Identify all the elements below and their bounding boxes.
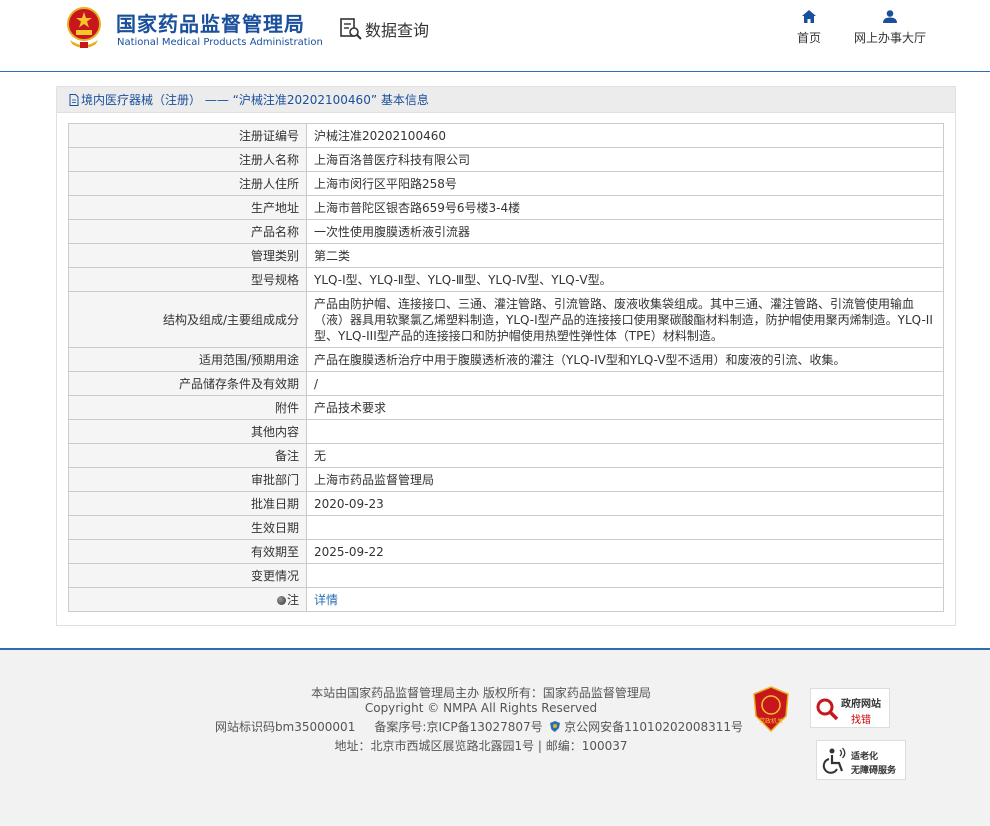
row-value: YLQ-Ⅰ型、YLQ-Ⅱ型、YLQ-Ⅲ型、YLQ-Ⅳ型、YLQ-Ⅴ型。: [306, 267, 944, 292]
row-label: 注: [286, 593, 299, 607]
table-row: 注册人名称 上海百洛普医疗科技有限公司: [68, 147, 944, 172]
gov-site-label: 政府网站: [841, 699, 881, 710]
row-value: 2025-09-22: [306, 539, 944, 564]
row-label: 生效日期: [68, 515, 307, 540]
site-footer: 本站由国家药品监督管理局主办 版权所有：国家药品监督管理局 Copyright …: [0, 648, 990, 826]
row-label: 附件: [68, 395, 307, 420]
row-label: 产品名称: [68, 219, 307, 244]
row-value: 上海市普陀区银杏路659号6号楼3-4楼: [306, 195, 944, 220]
row-value: 详情: [306, 587, 944, 612]
row-label: 注册证编号: [68, 123, 307, 148]
home-icon: [802, 10, 816, 23]
table-row: 产品储存条件及有效期 /: [68, 371, 944, 396]
table-row: 适用范围/预期用途 产品在腹膜透析治疗中用于腹膜透析液的灌注（YLQ-IV型和YL…: [68, 347, 944, 372]
table-row: 附件 产品技术要求: [68, 395, 944, 420]
table-row: 注 详情: [68, 587, 944, 612]
row-value: /: [306, 371, 944, 396]
footer-site-id: 网站标识码bm35000001: [214, 720, 356, 734]
report-error-label: 找错: [851, 715, 871, 726]
row-value: 产品技术要求: [306, 395, 944, 420]
record-table: 注册证编号 沪械注准20202100460 注册人名称 上海百洛普医疗科技有限公司 …: [68, 123, 944, 612]
row-label: 型号规格: [68, 267, 307, 292]
national-emblem-icon: [67, 7, 101, 48]
nav-hall-label: 网上办事大厅: [853, 31, 926, 45]
row-value: 上海市药品监督管理局: [306, 467, 944, 492]
row-label: 其他内容: [68, 419, 307, 444]
table-row: 批准日期 2020-09-23: [68, 491, 944, 516]
row-value: [306, 563, 944, 588]
row-value: 上海市闵行区平阳路258号: [306, 171, 944, 196]
table-row: 有效期至 2025-09-22: [68, 539, 944, 564]
footer-public-security-link[interactable]: 京公网安备11010202008311号: [564, 720, 743, 734]
police-badge-icon: [550, 721, 561, 732]
table-row: 注册证编号 沪械注准20202100460: [68, 123, 944, 148]
party-government-badge-text: 党政机关: [759, 717, 783, 725]
row-value: [306, 515, 944, 540]
breadcrumb-text: 境内医疗器械（注册） —— “沪械注准20202100460” 基本信息: [81, 93, 429, 107]
note-label-cell: 注: [68, 587, 307, 612]
site-title-cn[interactable]: 国家药品监督管理局: [116, 8, 305, 37]
row-label: 注册人住所: [68, 171, 307, 196]
detail-panel: 境内医疗器械（注册） —— “沪械注准20202100460” 基本信息 注册证…: [56, 86, 956, 626]
table-row: 备注无: [68, 443, 944, 468]
row-label: 结构及组成/主要组成成分: [68, 291, 307, 348]
table-row: 其他内容: [68, 419, 944, 444]
table-row: 管理类别 第二类: [68, 243, 944, 268]
search-error-icon: [816, 698, 839, 721]
note-icon: [276, 596, 286, 605]
table-row: 产品名称 一次性使用腹膜透析液引流器: [68, 219, 944, 244]
row-label: 注册人名称: [68, 147, 307, 172]
row-label: 产品储存条件及有效期: [68, 371, 307, 396]
accessibility-icon: [822, 747, 846, 774]
table-row: 生产地址 上海市普陀区银杏路659号6号楼3-4楼: [68, 195, 944, 220]
footer-icp-link[interactable]: 备案序号:京ICP备13027807号: [374, 720, 542, 734]
accessibility-service-badge[interactable]: 适老化 无障碍服务: [816, 740, 906, 780]
row-label: 变更情况: [68, 563, 307, 588]
site-header: 国家药品监督管理局 National Medical Products Admi…: [0, 0, 990, 72]
data-query-label: 数据查询: [365, 21, 430, 40]
row-value: 第二类: [306, 243, 944, 268]
row-value: 产品由防护帽、连接接口、三通、灌注管路、引流管路、废液收集袋组成。其中三通、灌注…: [306, 291, 944, 348]
data-query-title: 数据查询: [340, 16, 429, 42]
details-link[interactable]: 详情: [314, 593, 338, 607]
row-label: 批准日期: [68, 491, 307, 516]
data-query-icon: [340, 18, 362, 40]
gov-site-error-report-badge[interactable]: 政府网站 找错: [810, 688, 890, 728]
breadcrumb: 境内医疗器械（注册） —— “沪械注准20202100460” 基本信息: [57, 87, 955, 113]
elderly-friendly-label: 适老化: [851, 752, 879, 762]
site-title-en[interactable]: National Medical Products Administration: [117, 37, 323, 48]
row-value: [306, 419, 944, 444]
row-label: 生产地址: [68, 195, 307, 220]
nav-home-label: 首页: [796, 31, 821, 45]
table-row: 型号规格 YLQ-Ⅰ型、YLQ-Ⅱ型、YLQ-Ⅲ型、YLQ-Ⅳ型、YLQ-Ⅴ型。: [68, 267, 944, 292]
row-label: 适用范围/预期用途: [68, 347, 307, 372]
nav-home[interactable]: 首页: [794, 10, 824, 46]
row-value: 2020-09-23: [306, 491, 944, 516]
document-icon: [69, 93, 79, 106]
table-row: 注册人住所 上海市闵行区平阳路258号: [68, 171, 944, 196]
table-row: 结构及组成/主要组成成分 产品由防护帽、连接接口、三通、灌注管路、引流管路、废液收…: [68, 291, 944, 348]
row-label: 备注: [68, 443, 307, 468]
row-label: 审批部门: [68, 467, 307, 492]
row-value: 产品在腹膜透析治疗中用于腹膜透析液的灌注（YLQ-IV型和YLQ-V型不适用）和…: [306, 347, 944, 372]
nav-online-service-hall[interactable]: 网上办事大厅: [852, 10, 928, 46]
table-row: 变更情况: [68, 563, 944, 588]
row-value: 一次性使用腹膜透析液引流器: [306, 219, 944, 244]
row-value: 沪械注准20202100460: [306, 123, 944, 148]
accessibility-label: 无障碍服务: [851, 766, 897, 776]
party-government-badge[interactable]: 党政机关: [752, 686, 790, 732]
table-row: 生效日期: [68, 515, 944, 540]
row-label: 管理类别: [68, 243, 307, 268]
table-row: 审批部门 上海市药品监督管理局: [68, 467, 944, 492]
user-icon: [883, 10, 897, 23]
row-label: 有效期至: [68, 539, 307, 564]
row-value: 无: [306, 443, 944, 468]
row-value: 上海百洛普医疗科技有限公司: [306, 147, 944, 172]
